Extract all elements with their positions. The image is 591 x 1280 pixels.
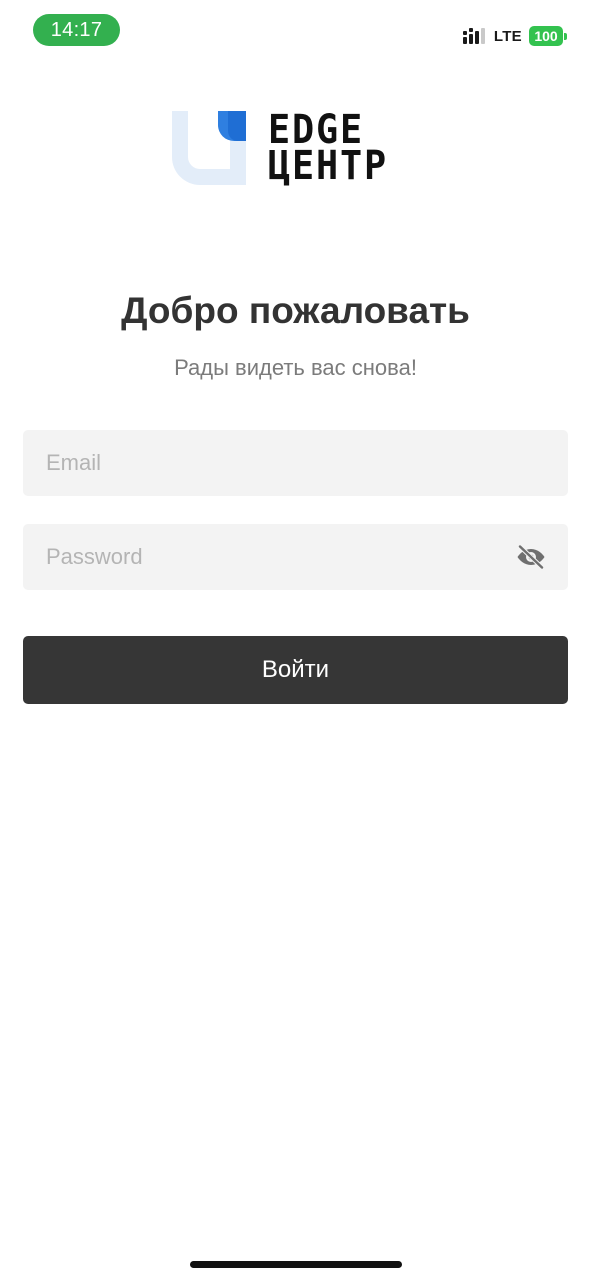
welcome-title: Добро пожаловать [121,290,470,331]
brand-wordmark-line2: ЦЕНТР [268,143,388,189]
network-type-label: LTE [493,27,522,45]
battery-indicator: 100 [529,26,567,46]
password-field-container [23,524,568,590]
email-input[interactable] [23,430,568,496]
home-indicator[interactable] [190,1261,402,1268]
cellular-signal-icon [462,27,487,45]
login-button[interactable]: Войти [23,636,568,704]
password-input[interactable] [23,524,568,590]
email-field-container [23,430,568,496]
edge-center-logo-mark-icon [172,111,246,185]
brand-wordmark: EDGE ЦЕНТР [268,110,388,189]
brand-logo: EDGE ЦЕНТР [172,110,422,186]
eye-off-icon[interactable] [516,542,546,572]
battery-level: 100 [529,26,563,46]
battery-tip [564,32,567,40]
status-time: 14:17 [33,14,120,46]
status-indicators: LTE 100 [462,24,567,48]
welcome-subtitle: Рады видеть вас снова! [174,355,417,380]
